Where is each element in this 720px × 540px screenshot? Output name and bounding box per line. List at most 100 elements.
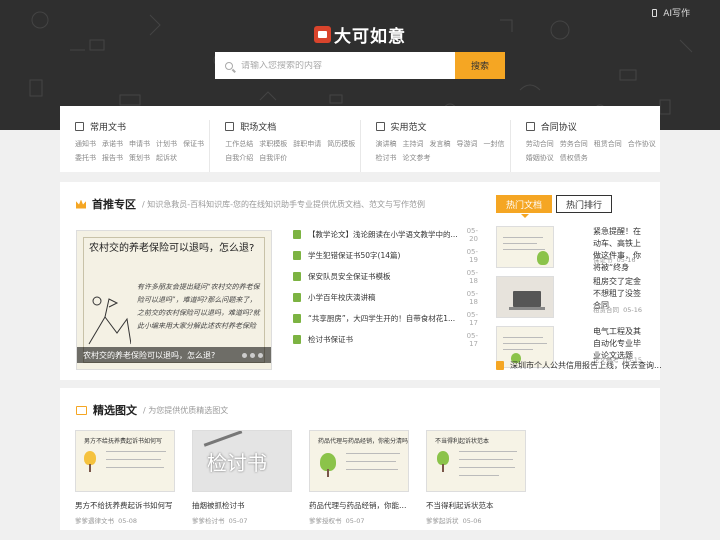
hot-doc-title[interactable]: 紧急提醒！在动车、高铁上做这件事，你将被“终身 <box>593 226 645 274</box>
category-link[interactable]: 策划书 <box>129 153 150 163</box>
laptop-image <box>513 291 541 307</box>
category-link[interactable]: 辞职申请 <box>293 139 321 149</box>
category-link[interactable]: 导游词 <box>457 139 478 149</box>
pick-thumbnail[interactable]: 检讨书 <box>192 430 292 492</box>
search-input[interactable] <box>241 60 441 71</box>
category-practical-essays: 实用范文 演讲稿 主持词 发言稿 导游词 一封信 检讨书 论文参考 <box>361 120 511 172</box>
picks-header: 精选图文 / 为您提供优质精选图文 <box>76 402 228 418</box>
list-item-title[interactable]: 学生犯错保证书50字(14篇) <box>308 250 458 261</box>
phone-icon[interactable] <box>652 8 658 17</box>
list-item[interactable]: 小学百年校庆演讲稿 05-18 <box>293 287 478 308</box>
hot-doc-meta: 租赁合同 05-16 <box>593 304 642 314</box>
pick-date: 05-07 <box>345 517 365 525</box>
search-button[interactable]: 搜索 <box>455 52 505 79</box>
book-icon <box>375 122 385 131</box>
category-title: 合同协议 <box>540 123 577 133</box>
category-link[interactable]: 承诺书 <box>102 139 123 149</box>
doc-icon <box>496 361 504 370</box>
category-link[interactable]: 债权债务 <box>560 153 588 163</box>
category-head[interactable]: 常用文书 <box>75 120 209 133</box>
feature-slide[interactable]: 农村交的养老保险可以退吗，怎么退? 有许多朋友会提出疑问“农村交的养老保险可以退… <box>76 230 272 370</box>
pick-thumbnail[interactable]: 男方不给抚养费起诉书如何写 <box>75 430 175 492</box>
category-link[interactable]: 劳动合同 <box>526 139 554 149</box>
list-item-title[interactable]: 小学百年校庆演讲稿 <box>308 292 458 303</box>
carousel-dot[interactable] <box>258 353 263 358</box>
image-icon <box>76 405 87 415</box>
category-link[interactable]: 报告书 <box>102 153 123 163</box>
carousel-dot[interactable] <box>250 353 255 358</box>
pick-card[interactable]: 检讨书 抽烟被抓检讨书 爹爹检讨书 05-07 <box>192 430 292 525</box>
category-link[interactable]: 发言稿 <box>430 139 451 149</box>
list-item[interactable]: 检讨书保证书 05-17 <box>293 329 478 350</box>
pick-card[interactable]: 男方不给抚养费起诉书如何写 男方不给抚养费起诉书如何写 爹爹遇律文书 05-08 <box>75 430 175 525</box>
thumb-line <box>346 461 396 462</box>
carousel-dot[interactable] <box>242 353 247 358</box>
category-link[interactable]: 通知书 <box>75 139 96 149</box>
ai-write-link[interactable]: AI写作 <box>663 6 690 19</box>
pick-title[interactable]: 药品代理与药品经销，你能分... <box>309 500 409 511</box>
category-link[interactable]: 计划书 <box>156 139 177 149</box>
category-link[interactable]: 自我评价 <box>259 153 287 163</box>
hot-doc-thumbnail[interactable] <box>496 226 554 268</box>
search-icon <box>225 61 233 70</box>
list-item[interactable]: 【教学论文】浅论朗读在小学语文教学中的... 05-20 <box>293 224 478 245</box>
search-box[interactable] <box>215 52 455 79</box>
category-link[interactable]: 起诉状 <box>156 153 177 163</box>
hot-doc-item[interactable]: 紧急提醒！在动车、高铁上做这件事，你将被“终身 保证书 05-16 <box>496 224 656 274</box>
doc-icon <box>293 314 301 323</box>
category-link[interactable]: 合作协议 <box>628 139 656 149</box>
category-link[interactable]: 一封信 <box>484 139 505 149</box>
category-link[interactable]: 委托书 <box>75 153 96 163</box>
category-head[interactable]: 合同协议 <box>525 120 660 133</box>
pick-card[interactable]: 不当得利起诉状范本 不当得利起诉状范本 爹爹起诉状 05-06 <box>426 430 526 525</box>
pick-title[interactable]: 男方不给抚养费起诉书如何写 <box>75 500 175 511</box>
category-link[interactable]: 求职模板 <box>259 139 287 149</box>
list-item-title[interactable]: “共享厨房”，大四学生开的！自带食材花1... <box>308 313 458 324</box>
category-link[interactable]: 工作总结 <box>225 139 253 149</box>
tab-hot-ranking[interactable]: 热门排行 <box>556 195 612 213</box>
hot-doc-bottom-title[interactable]: 深圳市个人公共信用报告上线，快去查询... <box>510 360 662 371</box>
section-title: 首推专区 <box>92 198 136 211</box>
list-item[interactable]: 保安队员安全保证书模板 05-18 <box>293 266 478 287</box>
category-link[interactable]: 申请书 <box>129 139 150 149</box>
category-link[interactable]: 婚姻协议 <box>526 153 554 163</box>
category-link[interactable]: 租赁合同 <box>594 139 622 149</box>
category-link[interactable]: 自我介绍 <box>225 153 253 163</box>
tree-trunk <box>89 464 91 472</box>
list-item[interactable]: “共享厨房”，大四学生开的！自带食材花1... 05-17 <box>293 308 478 329</box>
list-item-title[interactable]: 检讨书保证书 <box>308 334 458 345</box>
category-link[interactable]: 论文参考 <box>403 153 431 163</box>
category-link[interactable]: 检讨书 <box>376 153 397 163</box>
thumb-line <box>106 451 166 452</box>
list-item[interactable]: 学生犯错保证书50字(14篇) 05-19 <box>293 245 478 266</box>
tab-hot-docs[interactable]: 热门文档 <box>496 195 552 213</box>
pick-title[interactable]: 不当得利起诉状范本 <box>426 500 526 511</box>
category-link[interactable]: 主持词 <box>403 139 424 149</box>
doc-icon <box>293 335 301 344</box>
pick-meta: 爹爹检讨书 05-07 <box>192 515 292 525</box>
hot-doc-item[interactable]: 租房交了定金不想租了没签合同 租赁合同 05-16 <box>496 274 656 324</box>
document-icon <box>75 122 84 131</box>
pick-card[interactable]: 药品代理与药品经销，你能分清吗 药品代理与药品经销，你能分... 爹爹授权书 0… <box>309 430 409 525</box>
category-link[interactable]: 演讲稿 <box>376 139 397 149</box>
tab-indicator <box>521 214 529 218</box>
category-head[interactable]: 实用范文 <box>375 120 510 133</box>
list-item-title[interactable]: 保安队员安全保证书模板 <box>308 271 458 282</box>
category-link[interactable]: 劳务合同 <box>560 139 588 149</box>
tree-trunk <box>442 464 444 472</box>
category-head[interactable]: 职场文档 <box>225 120 359 133</box>
section-subtitle: / 知识急救员-百科知识库-您的在线知识助手专业提供优质文档、范文与写作范例 <box>142 199 426 209</box>
list-item-title[interactable]: 【教学论文】浅论朗读在小学语文教学中的... <box>308 229 458 240</box>
pick-thumbnail[interactable]: 不当得利起诉状范本 <box>426 430 526 492</box>
category-link[interactable]: 保证书 <box>183 139 204 149</box>
pick-title[interactable]: 抽烟被抓检讨书 <box>192 500 292 511</box>
thumb-line <box>503 237 543 238</box>
hot-doc-bottom-item[interactable]: 深圳市个人公共信用报告上线，快去查询... <box>496 360 662 371</box>
pick-thumbnail[interactable]: 药品代理与药品经销，你能分清吗 <box>309 430 409 492</box>
tree-image <box>437 451 449 465</box>
site-logo[interactable]: 大可如意 <box>314 22 406 47</box>
pick-date: 05-08 <box>118 517 138 525</box>
recommend-section: 首推专区 / 知识急救员-百科知识库-您的在线知识助手专业提供优质文档、范文与写… <box>60 182 662 380</box>
hot-doc-thumbnail[interactable] <box>496 276 554 318</box>
category-link[interactable]: 简历模板 <box>327 139 355 149</box>
